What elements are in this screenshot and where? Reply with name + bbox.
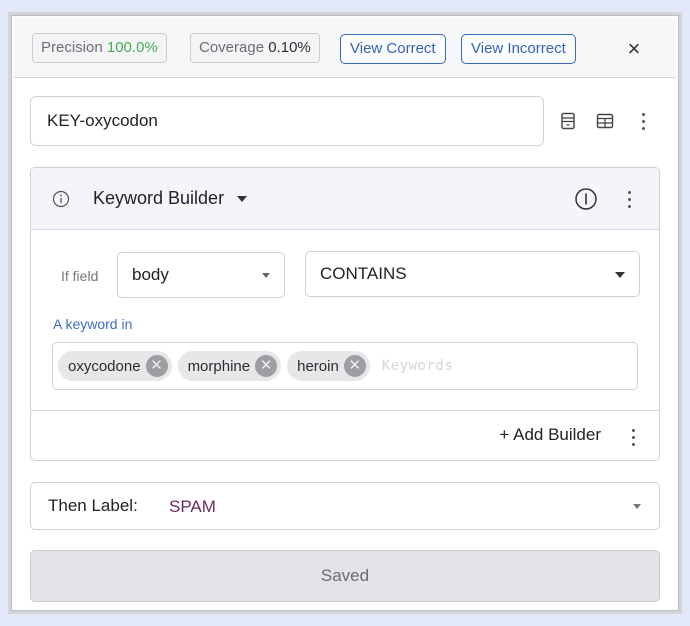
more-vert-icon[interactable] <box>631 109 655 133</box>
close-icon[interactable]: × <box>620 35 648 63</box>
keyword-chip-label: morphine <box>187 357 251 375</box>
keyword-chip: heroin ✕ <box>287 351 370 381</box>
add-builder-button[interactable]: + Add Builder <box>499 425 601 445</box>
remove-keyword-icon[interactable]: ✕ <box>255 355 278 377</box>
keyword-chip-label: heroin <box>297 357 339 375</box>
saved-button[interactable]: Saved <box>30 550 660 602</box>
operator-select-value: CONTAINS <box>320 264 407 283</box>
then-label-value: SPAM <box>169 497 216 516</box>
rule-name-input[interactable]: KEY-oxycodon <box>30 96 544 146</box>
remove-keyword-icon[interactable]: ✕ <box>343 355 366 377</box>
chevron-down-icon <box>615 272 625 278</box>
chevron-down-icon <box>237 196 248 203</box>
precision-badge: Precision 100.0% <box>32 33 167 63</box>
then-label-select[interactable]: Then Label: SPAM <box>30 482 660 530</box>
chevron-down-icon <box>633 504 641 509</box>
if-field-label: If field <box>61 268 99 284</box>
then-label-prefix: Then Label: <box>48 496 138 515</box>
toggle-circle-icon[interactable] <box>574 187 598 211</box>
coverage-badge: Coverage 0.10% <box>190 33 320 63</box>
builder-type-dropdown[interactable]: Keyword Builder <box>93 188 248 209</box>
keyword-mode-link[interactable]: A keyword in <box>53 316 132 332</box>
builder-footer: + Add Builder <box>31 410 659 462</box>
footer-more-icon[interactable] <box>621 425 645 449</box>
precision-label: Precision <box>41 39 103 56</box>
table-icon[interactable] <box>593 109 617 133</box>
builder-more-icon[interactable] <box>617 187 641 211</box>
keyword-chip: morphine ✕ <box>177 351 282 381</box>
remove-keyword-icon[interactable]: ✕ <box>145 355 168 377</box>
builder-header: Keyword Builder <box>31 168 659 230</box>
chevron-down-icon <box>262 273 270 278</box>
rule-editor-panel: Precision 100.0% Coverage 0.10% View Cor… <box>8 12 682 614</box>
coverage-value: 0.10% <box>268 39 311 56</box>
builder-title: Keyword Builder <box>93 188 225 208</box>
keyword-chip-label: oxycodone <box>68 357 141 375</box>
field-select[interactable]: body <box>117 252 285 298</box>
keyword-chip: oxycodone ✕ <box>58 351 172 381</box>
keywords-input[interactable]: oxycodone ✕ morphine ✕ heroin ✕ Keywords <box>52 342 638 390</box>
keywords-placeholder[interactable]: Keywords <box>382 358 453 374</box>
coverage-label: Coverage <box>199 39 265 56</box>
view-correct-button[interactable]: View Correct <box>340 34 446 64</box>
precision-value: 100.0% <box>106 39 158 56</box>
document-icon[interactable] <box>556 109 580 133</box>
metrics-toolbar: Precision 100.0% Coverage 0.10% View Cor… <box>14 18 676 78</box>
operator-select[interactable]: CONTAINS <box>305 251 640 297</box>
field-select-value: body <box>132 265 169 284</box>
view-incorrect-button[interactable]: View Incorrect <box>461 34 576 64</box>
info-icon[interactable] <box>49 187 73 211</box>
keyword-builder-card: Keyword Builder If field body CONTAINS A… <box>30 167 660 461</box>
